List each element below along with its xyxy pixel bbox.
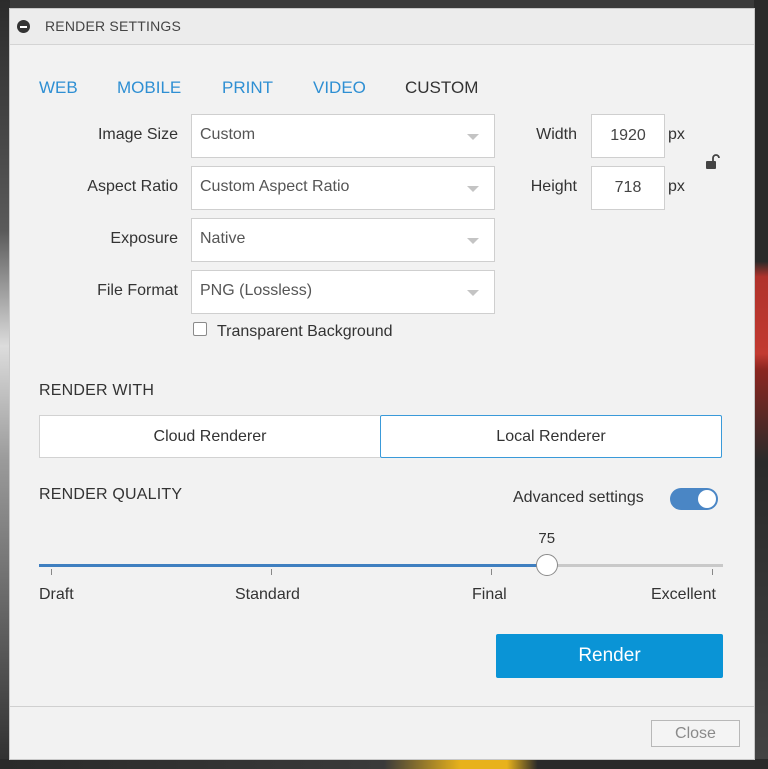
tab-print[interactable]: PRINT bbox=[222, 78, 273, 98]
width-label: Width bbox=[536, 126, 577, 143]
exposure-label: Exposure bbox=[110, 230, 178, 247]
slider-tick bbox=[51, 569, 52, 575]
aspect-ratio-label: Aspect Ratio bbox=[87, 178, 178, 195]
quality-slider-track[interactable] bbox=[39, 564, 723, 567]
advanced-settings-toggle[interactable] bbox=[670, 488, 718, 510]
advanced-settings-label: Advanced settings bbox=[513, 489, 644, 506]
unlocked-lock-icon[interactable] bbox=[704, 153, 722, 171]
image-size-select[interactable]: Custom bbox=[191, 114, 495, 158]
background-right bbox=[754, 0, 768, 769]
collapse-icon[interactable] bbox=[17, 20, 30, 33]
quality-slider-thumb[interactable] bbox=[535, 554, 558, 576]
height-unit: px bbox=[668, 178, 685, 195]
exposure-select[interactable]: Native bbox=[191, 218, 495, 262]
toggle-knob bbox=[698, 490, 716, 508]
chevron-down-icon bbox=[467, 186, 479, 192]
aspect-ratio-select[interactable]: Custom Aspect Ratio bbox=[191, 166, 495, 210]
slider-label-excellent: Excellent bbox=[651, 586, 716, 603]
slider-tick bbox=[271, 569, 272, 575]
exposure-value: Native bbox=[200, 230, 246, 247]
render-with-heading: RENDER WITH bbox=[39, 382, 155, 399]
quality-slider-fill bbox=[39, 564, 547, 567]
render-button[interactable]: Render bbox=[496, 634, 723, 678]
cloud-renderer-option[interactable]: Cloud Renderer bbox=[39, 415, 380, 458]
tab-video[interactable]: VIDEO bbox=[313, 78, 366, 98]
width-unit: px bbox=[668, 126, 685, 143]
file-format-select[interactable]: PNG (Lossless) bbox=[191, 270, 495, 314]
file-format-label: File Format bbox=[97, 282, 178, 299]
close-button[interactable]: Close bbox=[651, 720, 740, 747]
slider-label-standard: Standard bbox=[235, 586, 300, 603]
tab-mobile[interactable]: MOBILE bbox=[117, 78, 181, 98]
slider-label-draft: Draft bbox=[39, 586, 74, 603]
local-renderer-option[interactable]: Local Renderer bbox=[380, 415, 722, 458]
aspect-ratio-value: Custom Aspect Ratio bbox=[200, 178, 350, 195]
tab-web[interactable]: WEB bbox=[39, 78, 78, 98]
width-input[interactable] bbox=[591, 114, 665, 158]
dialog-title: RENDER SETTINGS bbox=[45, 18, 182, 34]
transparent-background-checkbox[interactable] bbox=[193, 322, 207, 336]
file-format-value: PNG (Lossless) bbox=[200, 282, 313, 299]
slider-tick bbox=[491, 569, 492, 575]
render-settings-dialog: RENDER SETTINGS WEB MOBILE PRINT VIDEO C… bbox=[9, 8, 755, 760]
image-size-label: Image Size bbox=[97, 126, 178, 143]
background-bottom bbox=[0, 759, 768, 769]
transparent-background-label: Transparent Background bbox=[217, 323, 393, 340]
height-label: Height bbox=[530, 178, 577, 195]
image-size-value: Custom bbox=[200, 126, 256, 143]
height-input[interactable] bbox=[591, 166, 665, 210]
slider-tick bbox=[712, 569, 713, 575]
tab-custom[interactable]: CUSTOM bbox=[405, 78, 478, 98]
footer-divider bbox=[10, 706, 754, 707]
chevron-down-icon bbox=[467, 290, 479, 296]
chevron-down-icon bbox=[467, 134, 479, 140]
chevron-down-icon bbox=[467, 238, 479, 244]
render-quality-heading: RENDER QUALITY bbox=[39, 486, 183, 503]
title-bar: RENDER SETTINGS bbox=[10, 9, 754, 45]
quality-slider-value: 75 bbox=[538, 530, 556, 547]
slider-label-final: Final bbox=[472, 586, 507, 603]
